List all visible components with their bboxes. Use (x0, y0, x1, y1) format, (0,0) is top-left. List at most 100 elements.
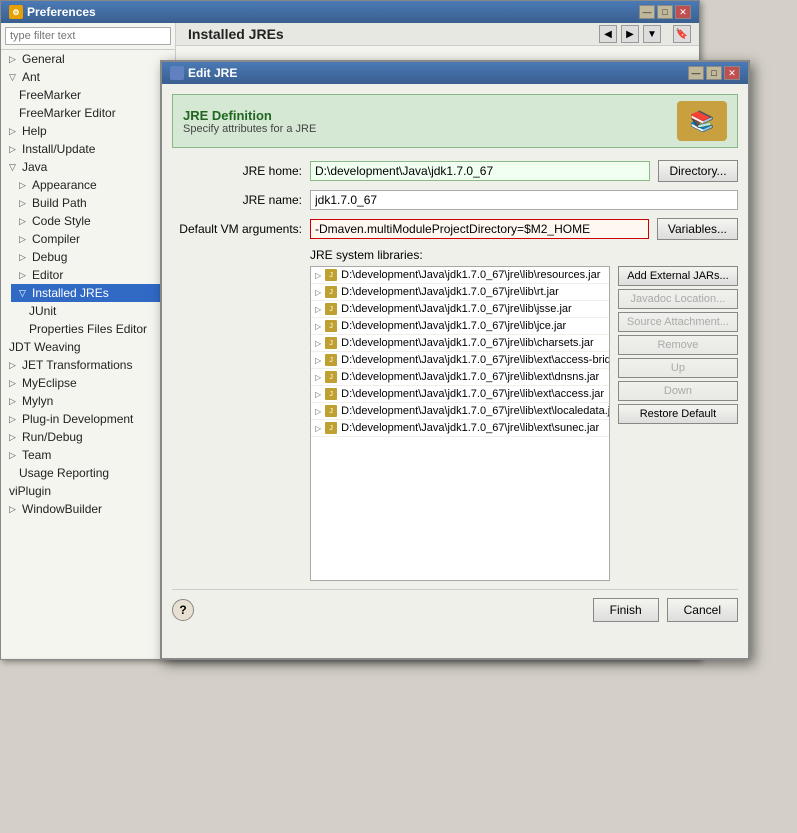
maximize-button[interactable]: □ (657, 5, 673, 19)
sidebar-item-debug[interactable]: ▷ Debug (11, 248, 175, 266)
dialog-title-left: Edit JRE (170, 66, 237, 80)
expand-icon: ▷ (315, 322, 321, 331)
up-button[interactable]: Up (618, 358, 738, 378)
javadoc-location-button[interactable]: Javadoc Location... (618, 289, 738, 309)
filter-box (1, 23, 175, 50)
dialog-header-subtitle: Specify attributes for a JRE (183, 123, 316, 135)
jre-icon: 📚 (677, 101, 727, 141)
expand-arrow: ▷ (9, 126, 19, 137)
dialog-header-title: JRE Definition (183, 108, 316, 123)
jre-home-input[interactable] (310, 161, 650, 181)
list-item[interactable]: ▷ J D:\development\Java\jdk1.7.0_67\jre\… (311, 420, 609, 437)
sidebar-item-code-style[interactable]: ▷ Code Style (11, 212, 175, 230)
list-item[interactable]: ▷ J D:\development\Java\jdk1.7.0_67\jre\… (311, 318, 609, 335)
sidebar-item-freemarker-editor[interactable]: FreeMarker Editor (11, 104, 175, 122)
remove-lib-button[interactable]: Remove (618, 335, 738, 355)
sidebar-item-jdt-weaving[interactable]: JDT Weaving (1, 338, 175, 356)
sidebar-item-help[interactable]: ▷ Help (1, 122, 175, 140)
expand-arrow: ▷ (9, 432, 19, 443)
close-button[interactable]: ✕ (675, 5, 691, 19)
list-item[interactable]: ▷ J D:\development\Java\jdk1.7.0_67\jre\… (311, 335, 609, 352)
sidebar-item-build-path[interactable]: ▷ Build Path (11, 194, 175, 212)
jar-icon: J (325, 388, 337, 400)
dialog-maximize-button[interactable]: □ (706, 66, 722, 80)
sidebar-item-junit[interactable]: JUnit (21, 302, 175, 320)
jre-name-input[interactable] (310, 190, 738, 210)
jre-name-label: JRE name: (172, 193, 302, 207)
source-attachment-button[interactable]: Source Attachment... (618, 312, 738, 332)
expand-arrow: ▷ (19, 180, 29, 191)
finish-button[interactable]: Finish (593, 598, 659, 622)
vm-args-label: Default VM arguments: (172, 222, 302, 236)
sidebar-item-editor[interactable]: ▷ Editor (11, 266, 175, 284)
list-item[interactable]: ▷ J D:\development\Java\jdk1.7.0_67\jre\… (311, 301, 609, 318)
sidebar-item-mylyn[interactable]: ▷ Mylyn (1, 392, 175, 410)
expand-icon: ▷ (315, 288, 321, 297)
sidebar-item-freemarker[interactable]: FreeMarker (11, 86, 175, 104)
minimize-button[interactable]: — (639, 5, 655, 19)
sidebar-item-jet-transformations[interactable]: ▷ JET Transformations (1, 356, 175, 374)
sidebar-item-myeclipse[interactable]: ▷ MyEclipse (1, 374, 175, 392)
help-button[interactable]: ? (172, 599, 194, 621)
sidebar-item-plugin-dev[interactable]: ▷ Plug-in Development (1, 410, 175, 428)
sidebar-item-run-debug[interactable]: ▷ Run/Debug (1, 428, 175, 446)
expand-icon: ▷ (315, 390, 321, 399)
title-bar-left: ⚙ Preferences (9, 5, 96, 19)
form-row-jre-home: JRE home: Directory... (172, 160, 738, 182)
preferences-title-bar: ⚙ Preferences — □ ✕ (1, 1, 699, 23)
expand-arrow: ▷ (9, 360, 19, 371)
list-item[interactable]: ▷ J D:\development\Java\jdk1.7.0_67\jre\… (311, 369, 609, 386)
list-item[interactable]: ▷ J D:\development\Java\jdk1.7.0_67\jre\… (311, 267, 609, 284)
list-item[interactable]: ▷ J D:\development\Java\jdk1.7.0_67\jre\… (311, 386, 609, 403)
expand-arrow: ▷ (9, 54, 19, 65)
forward-button[interactable]: ▶ (621, 25, 639, 43)
search-input[interactable] (5, 27, 171, 45)
dialog-close-button[interactable]: ✕ (724, 66, 740, 80)
lib-list: ▷ J D:\development\Java\jdk1.7.0_67\jre\… (310, 266, 610, 581)
expand-arrow: ▷ (19, 198, 29, 209)
expand-icon: ▷ (315, 271, 321, 280)
sidebar-item-usage-reporting[interactable]: Usage Reporting (11, 464, 175, 482)
expand-arrow: ▷ (9, 450, 19, 461)
sidebar-item-compiler[interactable]: ▷ Compiler (11, 230, 175, 248)
list-item[interactable]: ▷ J D:\development\Java\jdk1.7.0_67\jre\… (311, 403, 609, 420)
nav-menu-button[interactable]: ▼ (643, 25, 661, 43)
jar-icon: J (325, 337, 337, 349)
list-item[interactable]: ▷ J D:\development\Java\jdk1.7.0_67\jre\… (311, 284, 609, 301)
restore-default-button[interactable]: Restore Default (618, 404, 738, 424)
sidebar-item-appearance[interactable]: ▷ Appearance (11, 176, 175, 194)
variables-button[interactable]: Variables... (657, 218, 738, 240)
sidebar-item-team[interactable]: ▷ Team (1, 446, 175, 464)
libraries-label: JRE system libraries: (310, 248, 738, 262)
directory-button[interactable]: Directory... (658, 160, 738, 182)
sidebar-item-general[interactable]: ▷ General (1, 50, 175, 68)
dialog-controls: — □ ✕ (688, 66, 740, 80)
dialog-header-info: JRE Definition Specify attributes for a … (183, 108, 316, 135)
expand-arrow: ▷ (9, 396, 19, 407)
expand-arrow: ▷ (19, 234, 29, 245)
sidebar-item-install-update[interactable]: ▷ Install/Update (1, 140, 175, 158)
sidebar-item-properties-editor[interactable]: Properties Files Editor (21, 320, 175, 338)
lib-buttons: Add External JARs... Javadoc Location...… (618, 266, 738, 581)
vm-args-input[interactable] (310, 219, 649, 239)
add-external-jars-button[interactable]: Add External JARs... (618, 266, 738, 286)
list-item[interactable]: ▷ J D:\development\Java\jdk1.7.0_67\jre\… (311, 352, 609, 369)
cancel-button[interactable]: Cancel (667, 598, 738, 622)
expand-arrow: ▷ (19, 216, 29, 227)
expand-arrow: ▷ (9, 144, 19, 155)
sidebar-item-installed-jres[interactable]: ▽ Installed JREs (11, 284, 175, 302)
sidebar-item-windowbuilder[interactable]: ▷ WindowBuilder (1, 500, 175, 518)
dialog-minimize-button[interactable]: — (688, 66, 704, 80)
back-button[interactable]: ◀ (599, 25, 617, 43)
expand-arrow: ▷ (9, 378, 19, 389)
bookmark-button[interactable]: 🔖 (673, 25, 691, 43)
sidebar-item-viplugin[interactable]: viPlugin (1, 482, 175, 500)
down-button[interactable]: Down (618, 381, 738, 401)
expand-icon: ▷ (315, 424, 321, 433)
form-row-vm-args: Default VM arguments: Variables... (172, 218, 738, 240)
sidebar-tree: ▷ General ▽ Ant FreeMarker FreeMarker Ed… (1, 50, 175, 518)
expand-arrow: ▷ (9, 504, 19, 515)
sidebar-item-java[interactable]: ▽ Java (1, 158, 175, 176)
sidebar-item-ant[interactable]: ▽ Ant (1, 68, 175, 86)
preferences-icon: ⚙ (9, 5, 23, 19)
